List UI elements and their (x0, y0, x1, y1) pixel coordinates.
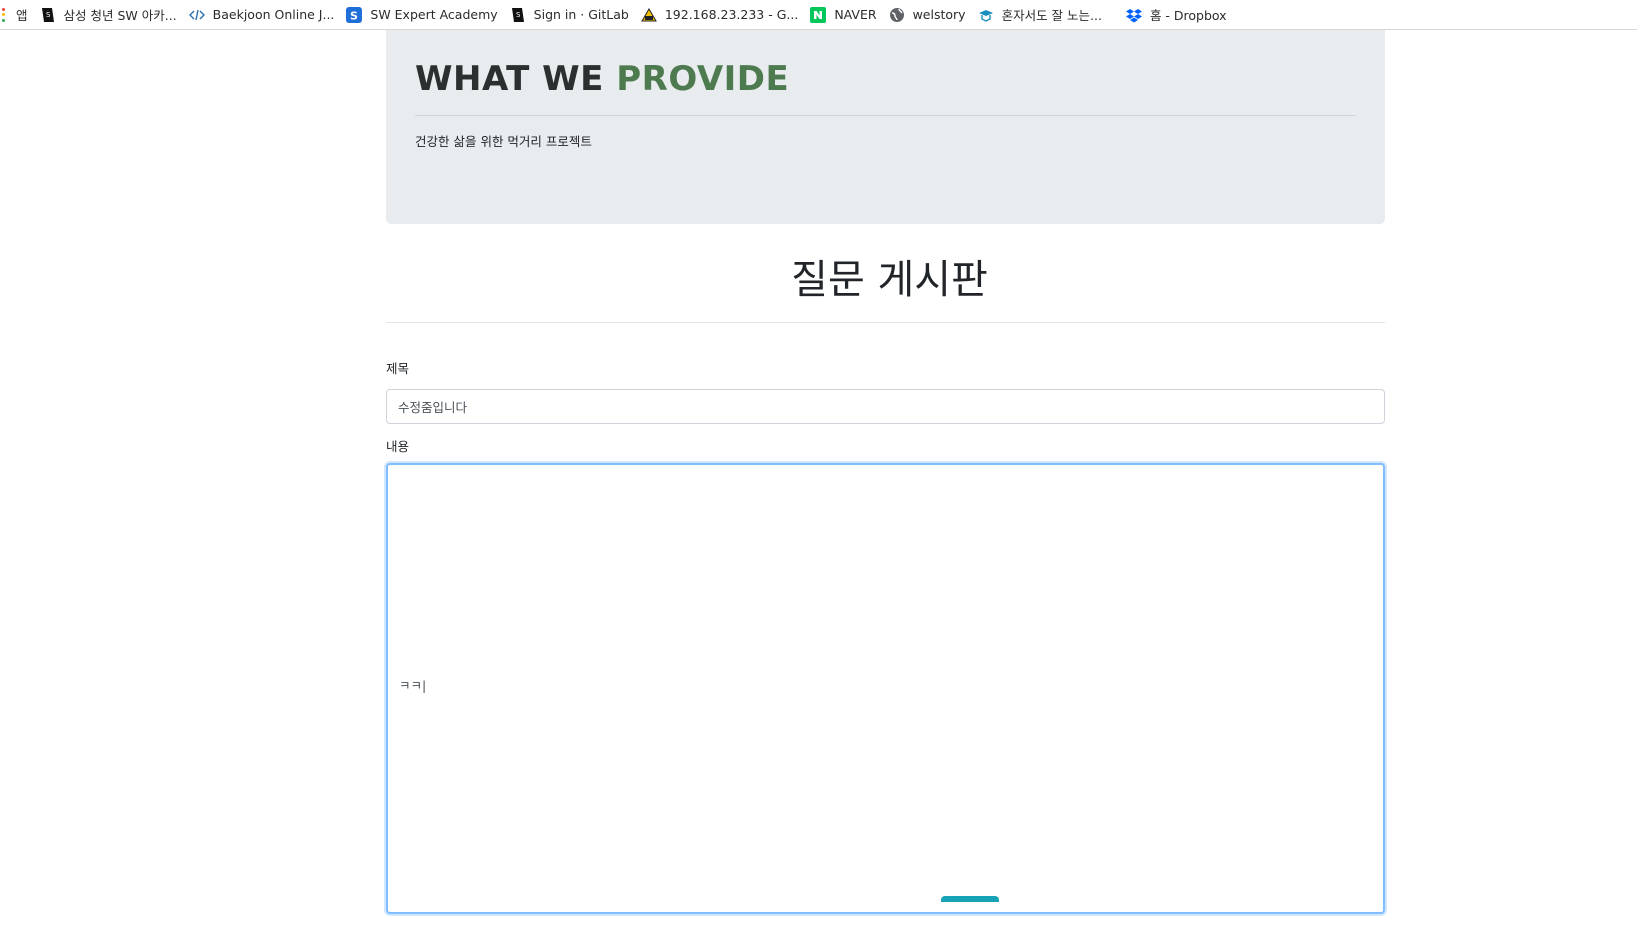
bookmark-label: 앱 (16, 8, 28, 23)
jumbotron-divider (415, 115, 1356, 116)
bookmark-swea[interactable]: S SW Expert Academy (346, 3, 498, 27)
bookmark-apps[interactable]: 앱 (2, 3, 28, 27)
bookmarks-bar: 앱 S 삼성 청년 SW 아카... Baekjoon Online J... … (0, 0, 1637, 30)
globe-icon (889, 7, 905, 23)
bookmark-label: welstory (912, 7, 966, 22)
bookmark-alone[interactable]: 혼자서도 잘 노는... (978, 3, 1102, 27)
title-input[interactable] (386, 389, 1385, 424)
apps-grid-icon (2, 7, 6, 22)
svg-text:S: S (350, 9, 358, 22)
bookmark-dropbox[interactable]: 홈 - Dropbox (1125, 3, 1227, 27)
svg-text:S: S (516, 11, 521, 19)
content-textarea[interactable]: ㅋㅋ| (386, 463, 1385, 914)
svg-text:S: S (46, 11, 51, 19)
code-brackets-icon (188, 7, 205, 23)
jumbotron-title-accent: PROVIDE (616, 59, 790, 99)
graduation-cap-icon (978, 7, 994, 23)
bookmark-label: 홈 - Dropbox (1149, 8, 1227, 23)
main-container: WHAT WE PROVIDE 건강한 삶을 위한 먹거리 프로젝트 질문 게시… (386, 30, 1385, 914)
content-label: 내용 (386, 439, 410, 454)
dropbox-icon (1125, 7, 1142, 23)
bookmark-label: Sign in · GitLab (533, 7, 629, 22)
bookmark-label: 192.168.23.233 - G... (664, 7, 799, 22)
bookmark-label: 혼자서도 잘 노는... (1001, 8, 1102, 23)
jumbotron-title-plain: WHAT WE (415, 59, 617, 99)
submit-button[interactable] (941, 896, 999, 902)
bookmark-baekjoon[interactable]: Baekjoon Online J... (188, 3, 335, 27)
ssafy-icon: S (510, 7, 526, 23)
jumbotron-subtitle: 건강한 삶을 위한 먹거리 프로젝트 (415, 134, 592, 149)
bookmark-welstory[interactable]: welstory (889, 3, 966, 27)
jumbotron-title: WHAT WE PROVIDE (415, 56, 1356, 102)
bookmark-gitlab[interactable]: S Sign in · GitLab (510, 3, 629, 27)
server-icon (640, 7, 657, 23)
bookmark-label: NAVER (834, 7, 877, 22)
swea-icon: S (346, 6, 363, 23)
naver-icon (810, 6, 827, 23)
bookmark-server[interactable]: 192.168.23.233 - G... (640, 3, 799, 27)
title-label: 제목 (386, 361, 410, 376)
content-text: ㅋㅋ| (399, 678, 427, 693)
bookmark-naver[interactable]: NAVER (810, 3, 877, 27)
bookmark-label: Baekjoon Online J... (212, 7, 335, 22)
page-title: 질문 게시판 (791, 257, 988, 303)
jumbotron: WHAT WE PROVIDE 건강한 삶을 위한 먹거리 프로젝트 (386, 30, 1385, 224)
bookmark-label: SW Expert Academy (370, 7, 498, 22)
title-divider (386, 322, 1385, 323)
bookmark-ssafy[interactable]: S 삼성 청년 SW 아카... (40, 3, 177, 27)
bookmark-label: 삼성 청년 SW 아카... (63, 8, 177, 23)
ssafy-icon: S (40, 7, 56, 23)
